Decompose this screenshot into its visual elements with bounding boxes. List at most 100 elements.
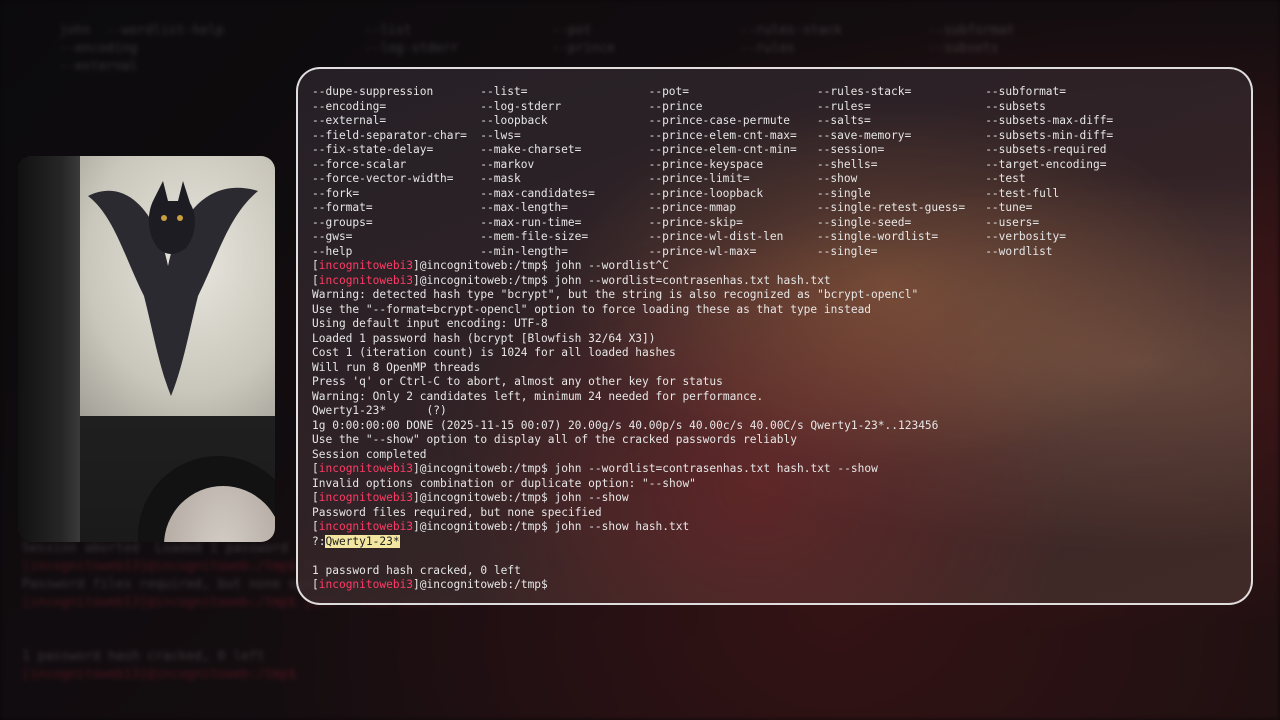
- option-item: --max-candidates=: [480, 186, 595, 200]
- option-item: --groups=: [312, 215, 373, 229]
- terminal-window[interactable]: --dupe-suppression --list= --pot= --rules-s…: [296, 67, 1253, 605]
- option-item: --force-vector-width=: [312, 172, 454, 185]
- option-item: --prince-wl-max=: [648, 244, 757, 258]
- prompt-line: [incognitowebi3]@incognitoweb:/tmp$ john…: [312, 462, 878, 475]
- output-line: Will run 8 OpenMP threads: [312, 360, 481, 374]
- ghost-line: [22, 630, 460, 648]
- option-item: --prince-elem-cnt-min=: [648, 143, 797, 156]
- cracked-result-line: ?:Qwerty1-23*: [312, 534, 1241, 550]
- option-row: --gws= --mem-file-size= --prince-wl-dist-l…: [312, 230, 1241, 245]
- output-line: Warning: Only 2 candidates left, minimum…: [312, 389, 764, 403]
- option-item: --make-charset=: [480, 143, 582, 156]
- prompt-user: incognitowebi3: [318, 520, 414, 533]
- option-item: --external=: [312, 114, 387, 127]
- prompt-user: incognitowebi3: [318, 259, 414, 272]
- prompt-host: @incognitoweb:/tmp$: [419, 462, 548, 475]
- option-item: --prince-wl-dist-len: [648, 230, 784, 243]
- prompt-host: @incognitoweb:/tmp$: [419, 578, 548, 591]
- option-item: --prince-keyspace: [648, 157, 764, 171]
- option-item: --list=: [480, 85, 528, 98]
- output-line: Session completed: [312, 447, 427, 461]
- ghost-line: john --wordlist-help --list --pot --rule…: [28, 23, 1015, 38]
- option-item: --max-length=: [480, 201, 568, 214]
- option-item: --single: [816, 186, 871, 200]
- option-item: --tune=: [985, 201, 1033, 214]
- option-item: --prince-case-permute: [648, 114, 791, 127]
- mask-face-icon: [164, 486, 275, 542]
- option-row: --groups= --max-run-time= --prince-skip= --…: [312, 216, 1241, 231]
- prompt-line: [incognitowebi3]@incognitoweb:/tmp$: [312, 578, 548, 591]
- prompt-user: incognitowebi3: [318, 273, 414, 287]
- ghost-line: --encoding --log-stderr --prince --rules…: [28, 41, 999, 56]
- prompt-user: incognitowebi3: [318, 491, 414, 504]
- option-item: --mask: [480, 172, 521, 185]
- option-item: --force-scalar: [312, 157, 407, 171]
- option-item: --max-run-time=: [480, 215, 582, 229]
- prompt-line: [incognitowebi3]@incognitoweb:/tmp$ john…: [312, 273, 831, 287]
- option-item: --prince-skip=: [648, 215, 743, 229]
- winged-cat-icon: [88, 181, 258, 396]
- output-line: Loaded 1 password hash (bcrypt [Blowfish…: [312, 331, 656, 345]
- prompt-line: [incognitowebi3]@incognitoweb:/tmp$ john…: [312, 491, 629, 504]
- option-item: --prince-limit=: [648, 172, 750, 185]
- option-item: --wordlist: [985, 244, 1053, 258]
- webcam-overlay: [18, 156, 275, 542]
- option-row: --external= --loopback --prince-case-permu…: [312, 114, 1241, 129]
- terminal-output[interactable]: --dupe-suppression --list= --pot= --rules-s…: [312, 85, 1241, 593]
- command-text: john --show: [547, 491, 629, 504]
- webcam-painting: [68, 156, 275, 416]
- output-line: Using default input encoding: UTF-8: [312, 317, 548, 330]
- webcam-door-frame: [18, 156, 80, 542]
- option-item: --shells=: [816, 157, 878, 171]
- option-item: --fix-state-delay=: [312, 143, 434, 156]
- result-prefix: ?:: [312, 534, 326, 548]
- option-item: --prince-loopback: [648, 186, 764, 200]
- output-line: Warning: detected hash type "bcrypt", bu…: [312, 288, 919, 301]
- prompt-host: @incognitoweb:/tmp$: [419, 491, 548, 504]
- option-item: --subsets-max-diff=: [985, 114, 1114, 127]
- option-item: --save-memory=: [816, 128, 912, 142]
- option-item: --test-full: [985, 186, 1060, 200]
- prompt-host: @incognitoweb:/tmp$: [419, 520, 548, 533]
- option-item: --rules-stack=: [816, 85, 912, 98]
- output-line: Use the "--show" option to display all o…: [312, 433, 797, 446]
- option-item: --subsets-min-diff=: [985, 128, 1114, 142]
- option-row: --format= --max-length= --prince-mmap --sin…: [312, 201, 1241, 216]
- option-item: --log-stderr: [480, 99, 562, 113]
- option-item: --users=: [985, 215, 1040, 229]
- option-row: --force-scalar --markov --prince-keyspace -…: [312, 158, 1241, 173]
- option-item: --single=: [816, 244, 878, 258]
- output-line: Qwerty1-23* (?): [312, 404, 447, 417]
- option-item: --fork=: [312, 186, 360, 200]
- option-row: --fix-state-delay= --make-charset= --princ…: [312, 143, 1241, 158]
- option-item: --salts=: [816, 114, 871, 127]
- option-item: --field-separator-char=: [312, 128, 467, 142]
- output-line: Use the "--format=bcrypt-opencl" option …: [312, 302, 872, 316]
- option-item: --verbosity=: [985, 230, 1067, 243]
- ghost-line: [22, 612, 460, 630]
- option-item: --encoding=: [312, 99, 387, 113]
- command-text: john --show hash.txt: [547, 520, 690, 533]
- option-item: --show: [816, 172, 858, 185]
- option-item: --format=: [312, 201, 373, 214]
- output-line: Press 'q' or Ctrl-C to abort, almost any…: [312, 375, 723, 388]
- option-item: --rules=: [816, 99, 871, 113]
- command-text: john --wordlist^C: [547, 259, 670, 272]
- prompt-line: [incognitowebi3]@incognitoweb:/tmp$ john…: [312, 259, 670, 272]
- option-item: --lws=: [480, 128, 521, 142]
- cracked-password[interactable]: Qwerty1-23*: [325, 534, 400, 548]
- option-item: --prince-elem-cnt-max=: [648, 128, 797, 142]
- command-text: john --wordlist=contrasenhas.txt hash.tx…: [547, 273, 831, 287]
- option-item: --single-wordlist=: [816, 230, 939, 243]
- prompt-host: @incognitoweb:/tmp$: [419, 259, 548, 272]
- option-item: --markov: [480, 157, 535, 171]
- option-item: --mem-file-size=: [480, 230, 589, 243]
- option-row: --field-separator-char= --lws= --prince-el…: [312, 129, 1241, 144]
- option-item: --session=: [816, 143, 885, 156]
- prompt-line: [incognitowebi3]@incognitoweb:/tmp$ john…: [312, 520, 690, 533]
- option-item: --help: [312, 244, 353, 258]
- output-line: Invalid options combination or duplicate…: [312, 476, 696, 490]
- option-row: --force-vector-width= --mask --prince-limi…: [312, 172, 1241, 187]
- option-row: --encoding= --log-stderr --prince --rules= -…: [312, 100, 1241, 115]
